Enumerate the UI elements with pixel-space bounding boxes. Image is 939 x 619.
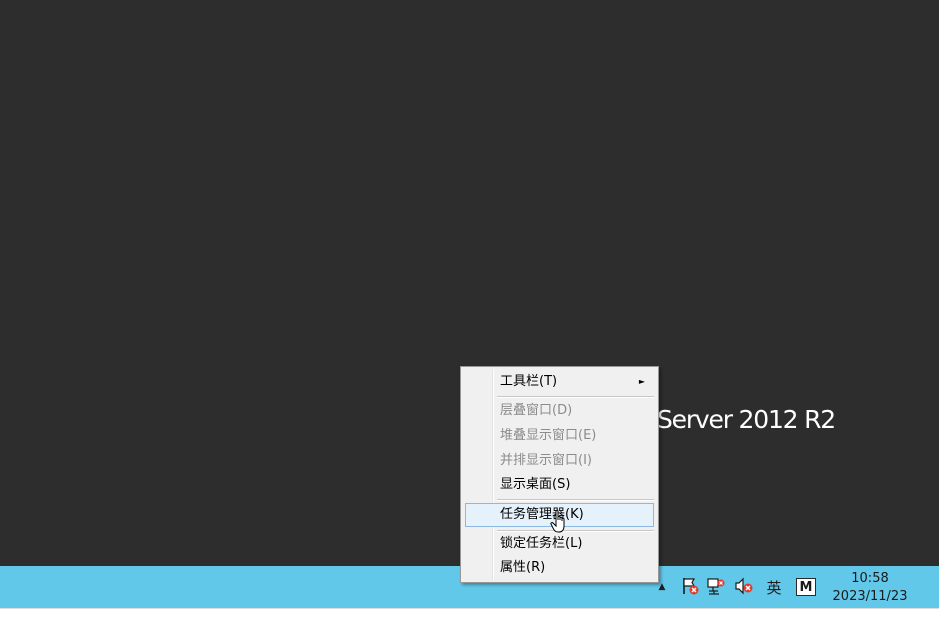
ime-mode-label: M <box>799 579 813 595</box>
taskbar-clock[interactable]: 10:58 2023/11/23 <box>824 569 916 607</box>
os-watermark: Server 2012 R2 <box>657 405 836 434</box>
clock-time: 10:58 <box>851 571 889 586</box>
action-center-button[interactable] <box>679 576 701 596</box>
flag-error-icon <box>683 578 699 595</box>
network-button[interactable] <box>705 576 727 596</box>
ime-mode-button[interactable]: M <box>796 578 816 596</box>
volume-button[interactable] <box>733 576 755 596</box>
menu-separator <box>497 396 654 398</box>
volume-muted-icon <box>735 577 753 595</box>
submenu-arrow-icon: ► <box>638 377 645 386</box>
clock-date: 2023/11/23 <box>832 589 908 604</box>
menu-item-label: 任务管理器(K) <box>500 507 584 522</box>
ime-language-label: 英 <box>766 578 782 597</box>
menu-item-properties[interactable]: 属性(R) <box>465 556 654 580</box>
chevron-up-icon: ▲ <box>658 582 666 592</box>
menu-item-stack-windows[interactable]: 堆叠显示窗口(E) <box>465 424 654 448</box>
menu-item-label: 堆叠显示窗口(E) <box>500 428 597 443</box>
menu-item-side-by-side-windows[interactable]: 并排显示窗口(I) <box>465 449 654 473</box>
menu-item-cascade-windows[interactable]: 层叠窗口(D) <box>465 399 654 423</box>
menu-item-label: 显示桌面(S) <box>500 477 571 492</box>
menu-item-label: 并排显示窗口(I) <box>500 453 592 468</box>
menu-item-toolbars[interactable]: 工具栏(T) ► <box>465 370 654 394</box>
menu-separator <box>497 499 654 501</box>
taskbar-context-menu: 工具栏(T) ► 层叠窗口(D) 堆叠显示窗口(E) 并排显示窗口(I) 显示桌… <box>460 366 659 583</box>
menu-item-lock-taskbar[interactable]: 锁定任务栏(L) <box>465 532 654 556</box>
menu-item-show-desktop[interactable]: 显示桌面(S) <box>465 473 654 497</box>
desktop[interactable]: Server 2012 R2 ▲ 英 M 10:58 2023/11/23 工具… <box>0 0 939 619</box>
bottom-strip <box>0 608 939 619</box>
mouse-pointer-icon <box>550 509 565 533</box>
menu-item-label: 工具栏(T) <box>500 374 558 389</box>
menu-item-label: 锁定任务栏(L) <box>500 536 583 551</box>
network-error-icon <box>707 578 725 595</box>
menu-item-label: 层叠窗口(D) <box>500 403 573 418</box>
input-language-button[interactable]: 英 <box>761 576 787 598</box>
menu-item-label: 属性(R) <box>500 560 546 575</box>
